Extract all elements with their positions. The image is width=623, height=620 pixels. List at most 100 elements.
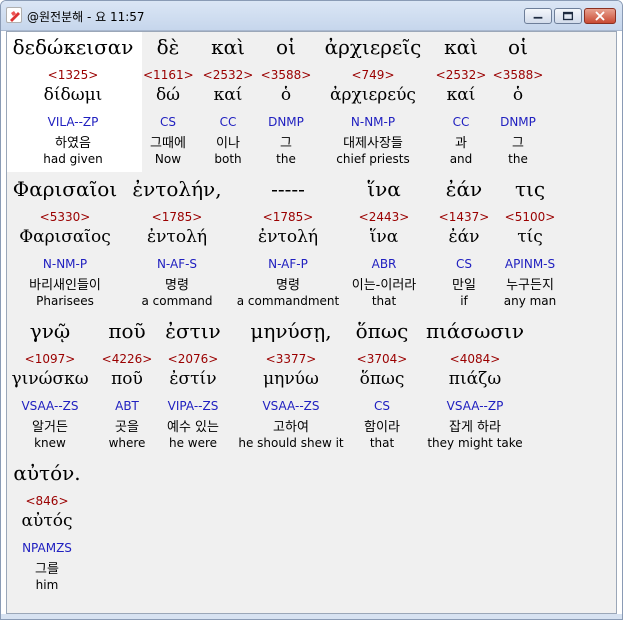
strong-number[interactable]: <1785> xyxy=(129,210,225,224)
word-block[interactable]: ὅπως <3704> ὅπως CS 함이라 that xyxy=(349,319,415,454)
english-gloss: where xyxy=(108,436,146,450)
parse-code: N-NM-P xyxy=(42,257,88,271)
english-gloss: the xyxy=(508,152,528,166)
word-block[interactable]: δεδώκεισαν <1325> δίδωμι VILA--ZP 하였음 ha… xyxy=(9,35,137,170)
korean-gloss: 잡게 하라 xyxy=(449,420,501,435)
maximize-button[interactable] xyxy=(554,8,582,24)
korean-gloss: 명령 xyxy=(165,278,189,293)
korean-gloss: 이나 xyxy=(216,136,240,151)
greek-word: ἐστιν xyxy=(165,319,221,343)
word-block[interactable]: γνῷ <1097> γινώσκω VSAA--ZS 알거든 knew xyxy=(9,319,91,454)
lemma-word: γινώσκω xyxy=(11,369,89,389)
parse-code: NPAMZS xyxy=(22,541,72,555)
parse-code: APINM-S xyxy=(504,257,556,271)
korean-gloss: 알거든 xyxy=(32,420,68,435)
strong-number[interactable]: <846> xyxy=(9,494,85,508)
korean-gloss: 그 xyxy=(512,136,524,151)
strong-number[interactable]: <2532> xyxy=(435,68,487,82)
app-logo-icon[interactable] xyxy=(6,7,22,23)
strong-number[interactable]: <2443> xyxy=(341,210,427,224)
strong-number[interactable]: <3588> xyxy=(259,68,313,82)
english-gloss: the xyxy=(276,152,296,166)
lemma-word: ἀρχιερεύς xyxy=(330,85,416,105)
word-block[interactable]: οἱ <3588> ὁ DNMP 그 the xyxy=(259,35,313,170)
strong-number[interactable]: <5330> xyxy=(9,210,121,224)
word-block[interactable]: Φαρισαῖοι <5330> Φαρισαῖος N-NM-P 바리새인들이… xyxy=(9,177,121,312)
korean-gloss: 이는-이러라 xyxy=(351,278,417,293)
word-block[interactable]: μηνύσῃ, <3377> μηνύω VSAA--ZS 고하여 he sho… xyxy=(235,319,347,454)
strong-number[interactable]: <3377> xyxy=(235,352,347,366)
english-gloss: knew xyxy=(34,436,66,450)
english-gloss: and xyxy=(449,152,473,166)
english-gloss: if xyxy=(460,294,468,308)
window-bottom-border xyxy=(1,614,622,619)
word-block[interactable]: ἐντολήν, <1785> ἐντολή N-AF-S 명령 a comma… xyxy=(129,177,225,312)
word-block[interactable]: τις <5100> τίς APINM-S 누구든지 any man xyxy=(495,177,565,312)
lemma-word: ἐστίν xyxy=(169,369,217,389)
parse-code: DNMP xyxy=(268,115,304,129)
english-gloss: they might take xyxy=(427,436,523,450)
greek-word: ἐάν xyxy=(445,177,483,201)
strong-number[interactable]: <1785> xyxy=(233,210,343,224)
english-gloss: him xyxy=(35,578,59,592)
english-gloss: both xyxy=(214,152,242,166)
title-bar[interactable]: @원전분해 - 요 11:57 xyxy=(1,1,622,31)
parse-code: CS xyxy=(160,115,176,129)
lemma-word: ἐντολή xyxy=(146,227,208,247)
strong-number[interactable]: <1437> xyxy=(435,210,493,224)
word-block[interactable]: ἐστιν <2076> ἐστίν VIPA--ZS 예수 있는 he wer… xyxy=(157,319,229,454)
strong-number[interactable]: <3704> xyxy=(349,352,415,366)
strong-number[interactable]: <4084> xyxy=(421,352,529,366)
strong-number[interactable]: <5100> xyxy=(495,210,565,224)
minimize-button[interactable] xyxy=(524,8,552,24)
korean-gloss: 그때에 xyxy=(150,136,186,151)
lemma-word: πιάζω xyxy=(448,369,502,389)
korean-gloss: 하였음 xyxy=(55,136,91,151)
word-block[interactable]: ἀρχιερεῖς <749> ἀρχιερεύς N-NM-P 대제사장들 c… xyxy=(313,35,433,170)
english-gloss: that xyxy=(371,294,397,308)
greek-word: καὶ xyxy=(444,35,478,59)
korean-gloss: 함이라 xyxy=(364,420,400,435)
korean-gloss: 만일 xyxy=(452,278,476,293)
lemma-word: ποῦ xyxy=(111,369,143,389)
strong-number[interactable]: <749> xyxy=(313,68,433,82)
parse-code: DNMP xyxy=(500,115,536,129)
english-gloss: a command xyxy=(141,294,213,308)
interlinear-panel[interactable]: δεδώκεισαν <1325> δίδωμι VILA--ZP 하였음 ha… xyxy=(6,31,617,614)
word-block[interactable]: καὶ <2532> καί CC 이나 both xyxy=(201,35,255,170)
strong-number[interactable]: <2532> xyxy=(201,68,255,82)
parse-code: CS xyxy=(456,257,472,271)
maximize-icon xyxy=(562,11,574,21)
word-block[interactable]: ἵνα <2443> ἵνα ABR 이는-이러라 that xyxy=(341,177,427,312)
greek-word: ὅπως xyxy=(355,319,409,343)
strong-number[interactable]: <3588> xyxy=(489,68,547,82)
close-button[interactable] xyxy=(584,8,616,24)
word-block[interactable]: καὶ <2532> καί CC 과 and xyxy=(435,35,487,170)
strong-number[interactable]: <1325> xyxy=(9,68,137,82)
strong-number[interactable]: <1097> xyxy=(9,352,91,366)
parse-code: VSAA--ZS xyxy=(262,399,320,413)
word-block[interactable]: ----- <1785> ἐντολή N-AF-P 명령 a commandm… xyxy=(233,177,343,312)
strong-number[interactable]: <4226> xyxy=(99,352,155,366)
word-block[interactable]: οἱ <3588> ὁ DNMP 그 the xyxy=(489,35,547,170)
parse-code: ABR xyxy=(371,257,397,271)
word-block[interactable]: ἐάν <1437> ἐάν CS 만일 if xyxy=(435,177,493,312)
lemma-word: ὅπως xyxy=(359,369,405,389)
greek-word: καὶ xyxy=(211,35,245,59)
english-gloss: he should shew it xyxy=(238,436,344,450)
greek-word: Φαρισαῖοι xyxy=(12,177,118,201)
english-gloss: chief priests xyxy=(336,152,410,166)
word-block[interactable]: πιάσωσιν <4084> πιάζω VSAA--ZP 잡게 하라 the… xyxy=(421,319,529,454)
word-block[interactable]: αὐτόν. <846> αὐτός NPAMZS 그를 him xyxy=(9,461,85,596)
word-block[interactable]: ποῦ <4226> ποῦ ABT 곳을 where xyxy=(99,319,155,454)
strong-number[interactable]: <2076> xyxy=(157,352,229,366)
lemma-word: ἐντολή xyxy=(257,227,319,247)
word-block[interactable]: δὲ <1161> δώ CS 그때에 Now xyxy=(143,35,194,170)
korean-gloss: 누구든지 xyxy=(506,278,554,293)
parse-code: CS xyxy=(374,399,390,413)
greek-word: δὲ xyxy=(156,35,180,59)
parse-code: ABT xyxy=(115,399,139,413)
strong-number[interactable]: <1161> xyxy=(143,68,194,82)
parse-code: VSAA--ZP xyxy=(446,399,504,413)
korean-gloss: 그 xyxy=(280,136,292,151)
